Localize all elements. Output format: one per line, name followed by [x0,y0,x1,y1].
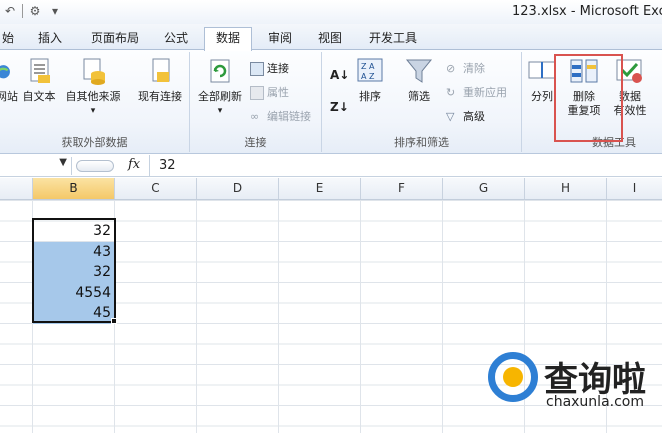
link-icon: ∞ [250,110,260,123]
customize-icon[interactable]: ⚙ [27,3,43,19]
group-label-sort-filter: 排序和筛选 [394,136,449,149]
chevron-down-icon: ▾ [90,106,96,116]
column-header-h[interactable]: H [525,178,607,199]
watermark: 查询啦 chaxunla.com [488,352,658,412]
refresh-icon [210,59,230,83]
tab-page-layout[interactable]: 页面布局 [84,28,146,50]
svg-text:A Z: A Z [361,72,375,81]
watermark-logo-icon [488,352,538,402]
column-header-d[interactable]: D [197,178,279,199]
reapply-button[interactable]: ↻ 重新应用 [446,84,507,102]
advanced-label: 高级 [463,110,485,123]
ribbon-tabs: 始 插入 页面布局 公式 数据 审阅 视图 开发工具 [0,24,662,51]
group-sort-filter: A↓ Z↓ Z AA Z 排序 筛选 ⊘ 清除 ↻ 重新应用 ▽ 高级 排序和筛… [322,52,522,152]
sort-button[interactable]: Z AA Z 排序 [354,56,386,104]
namebox-resize-handle[interactable] [76,160,114,172]
tab-data[interactable]: 数据 [204,27,252,51]
clear-button[interactable]: ⊘ 清除 [446,60,485,78]
corner-header[interactable] [0,178,33,199]
edit-links-label: 编辑链接 [267,110,311,123]
fill-handle[interactable] [111,318,117,324]
connections-file-icon [152,58,170,82]
column-header-f[interactable]: F [361,178,443,199]
column-header-b[interactable]: B [33,178,115,199]
reapply-icon: ↻ [446,86,456,99]
sort-descending-button[interactable]: Z↓ [330,98,349,116]
tab-review[interactable]: 审阅 [260,28,300,50]
database-icon [83,58,105,85]
funnel-icon [405,59,433,83]
text-to-columns-label: 分列 [531,90,553,103]
formula-bar: ▼ fx 32 [0,155,662,177]
group-get-external-data: 网站 自文本 自其他来源 ▾ 现有连接 获取外部数据 [0,52,190,152]
connections-label: 连接 [267,62,289,75]
sort-za-icon: Z↓ [330,100,349,114]
properties-label: 属性 [267,86,289,99]
from-text-button[interactable]: 自文本 [20,56,58,104]
clear-filter-icon: ⊘ [446,62,456,75]
sort-dialog-icon: Z AA Z [357,58,383,82]
window-title: 123.xlsx - Microsoft Excel [512,4,662,19]
properties-button[interactable]: 属性 [250,84,289,102]
refresh-all-label: 全部刷新 [198,90,242,103]
connection-icon [250,62,264,76]
refresh-all-button[interactable]: 全部刷新 ▾ [196,56,244,118]
sort-label: 排序 [359,90,381,103]
tab-view[interactable]: 视图 [310,28,350,50]
column-header-i[interactable]: I [607,178,662,199]
quick-access-toolbar: ↶ ⚙ ▾ [2,3,63,19]
edit-links-button[interactable]: ∞ 编辑链接 [250,108,311,126]
svg-text:Z A: Z A [361,62,375,71]
text-file-icon [30,58,50,83]
properties-icon [250,86,264,100]
group-label-get-external: 获取外部数据 [61,136,128,149]
advanced-filter-icon: ▽ [446,110,455,123]
from-other-sources-button[interactable]: 自其他来源 ▾ [62,56,124,118]
column-header-e[interactable]: E [279,178,361,199]
undo-icon[interactable]: ↶ [2,3,18,19]
column-headers: B C D E F G H I [0,178,662,200]
from-web-label: 网站 [0,90,18,103]
existing-connections-label: 现有连接 [138,90,182,103]
reapply-label: 重新应用 [463,86,507,99]
filter-button[interactable]: 筛选 [402,56,436,104]
title-bar: ↶ ⚙ ▾ 123.xlsx - Microsoft Excel [0,0,662,24]
annotation-highlight-box [554,54,623,142]
group-connections: 全部刷新 ▾ 连接 属性 ∞ 编辑链接 连接 [190,52,322,152]
from-other-sources-label: 自其他来源 [65,90,121,103]
globe-icon [0,65,10,79]
advanced-button[interactable]: ▽ 高级 [446,108,485,126]
clear-label: 清除 [463,62,485,75]
tab-developer[interactable]: 开发工具 [362,28,424,50]
column-header-g[interactable]: G [443,178,525,199]
tab-home[interactable]: 始 [0,28,18,50]
insert-function-button[interactable]: fx [128,157,140,172]
sort-ascending-button[interactable]: A↓ [330,66,349,84]
selection-border [32,218,116,323]
group-label-connections: 连接 [244,136,267,149]
tab-formulas[interactable]: 公式 [156,28,196,50]
from-text-label: 自文本 [22,90,56,103]
chevron-down-icon: ▾ [217,106,223,116]
watermark-url: chaxunla.com [546,394,644,410]
tab-insert[interactable]: 插入 [30,28,70,50]
connections-button[interactable]: 连接 [250,60,289,78]
existing-connections-button[interactable]: 现有连接 [134,56,186,104]
column-header-c[interactable]: C [115,178,197,199]
split-columns-icon [528,61,556,79]
formula-input[interactable]: 32 [149,155,176,176]
sort-az-icon: A↓ [330,68,350,82]
dropdown-icon[interactable]: ▾ [47,3,63,19]
name-box-dropdown-icon[interactable]: ▼ [0,157,72,175]
filter-label: 筛选 [408,90,430,103]
from-web-button[interactable]: 网站 [0,56,18,104]
toolbar-separator [22,4,23,18]
